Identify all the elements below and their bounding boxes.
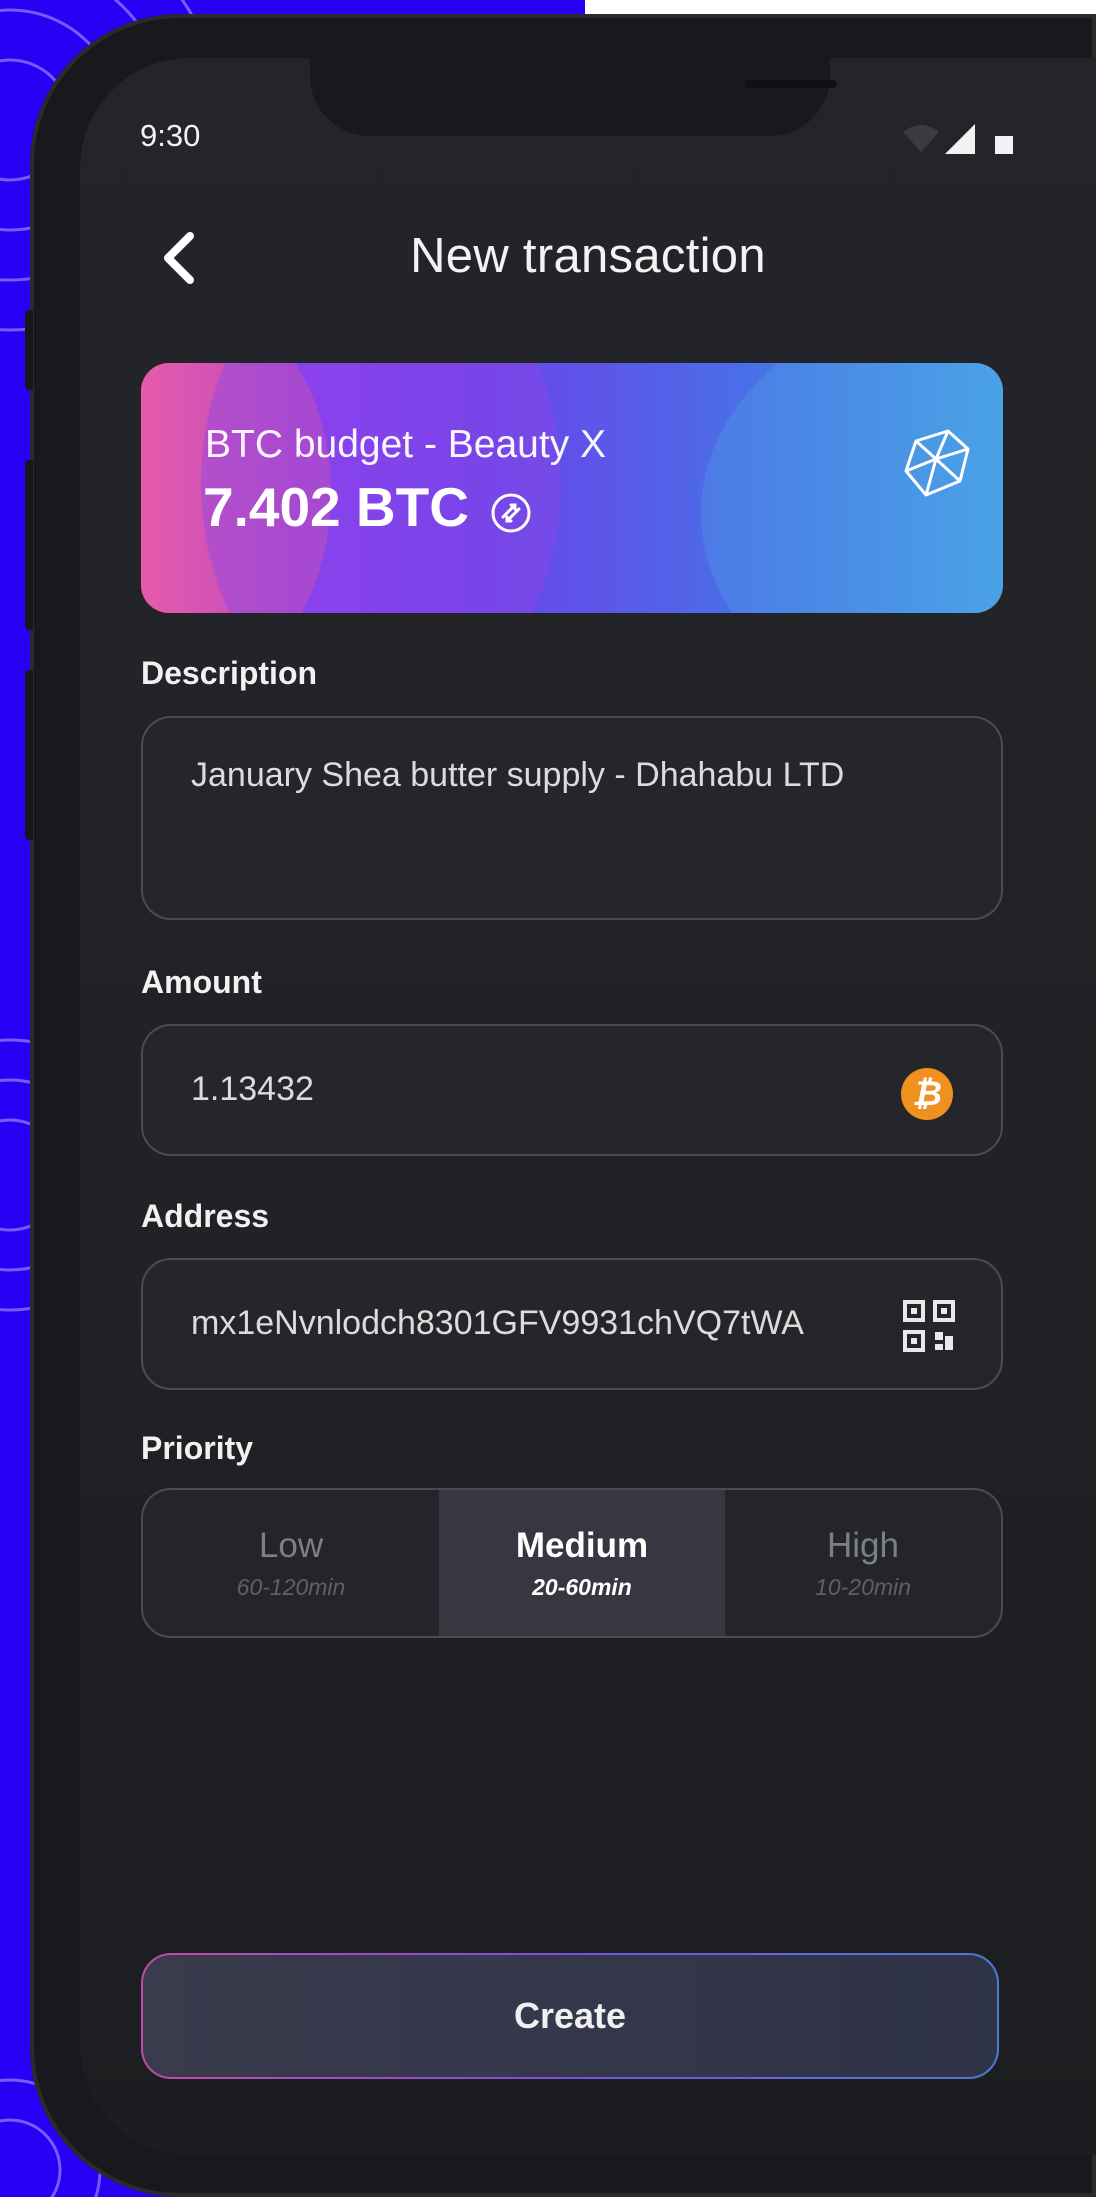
priority-label: Priority (141, 1430, 254, 1466)
description-label: Description (141, 655, 318, 691)
status-time: 9:30 (140, 118, 201, 153)
amount-value: 1.13432 (191, 1070, 314, 1108)
wallet-balance: 7.402 BTC (203, 476, 469, 538)
amount-field[interactable]: 1.13432 ₿ (141, 1024, 1003, 1156)
address-field[interactable]: mx1eNvnlodch8301GFV9931chVQ7tWA (141, 1258, 1003, 1390)
mute-switch (25, 310, 33, 390)
status-icons (903, 124, 1013, 154)
volume-up-button (25, 460, 33, 630)
priority-option-low[interactable]: Low 60-120min (143, 1490, 439, 1636)
description-field[interactable]: January Shea butter supply - Dhahabu LTD (141, 716, 1003, 920)
wallet-card[interactable]: BTC budget - Beauty X 7.402 BTC (141, 363, 1003, 613)
speaker-grille (745, 80, 837, 88)
wallet-name: BTC budget - Beauty X (205, 423, 607, 466)
priority-option-time: 10-20min (815, 1573, 911, 1600)
amount-label: Amount (141, 964, 262, 1000)
phone-screen: 9:30 New transaction BTC budget - Beauty… (80, 58, 1096, 2155)
priority-option-time: 60-120min (236, 1573, 346, 1600)
qr-code-icon[interactable] (901, 1298, 957, 1354)
notch (310, 58, 837, 136)
battery-icon (995, 136, 1013, 154)
priority-option-label: Medium (515, 1525, 649, 1565)
priority-option-time: 20-60min (532, 1573, 632, 1600)
create-button-label: Create (143, 1955, 997, 2077)
signal-icon (945, 124, 975, 154)
address-label: Address (141, 1198, 270, 1234)
address-value: mx1eNvnlodch8301GFV9931chVQ7tWA (191, 1304, 804, 1342)
brand-logo-icon (904, 429, 970, 497)
wifi-icon (903, 125, 939, 152)
create-button[interactable]: Create (141, 1953, 999, 2079)
wallet-balance-row: 7.402 BTC (203, 475, 533, 539)
bitcoin-icon: ₿ (901, 1068, 953, 1120)
page-title: New transaction (410, 229, 766, 283)
priority-option-label: Low (258, 1525, 324, 1565)
description-value: January Shea butter supply - Dhahabu LTD (191, 756, 845, 794)
currency-swap-icon[interactable] (489, 491, 533, 535)
priority-selector: Low 60-120min Medium 20-60min High 10-20… (141, 1488, 1003, 1638)
priority-option-medium[interactable]: Medium 20-60min (439, 1490, 725, 1636)
volume-down-button (25, 670, 33, 840)
priority-option-high[interactable]: High 10-20min (725, 1490, 1001, 1636)
priority-option-label: High (827, 1525, 899, 1565)
